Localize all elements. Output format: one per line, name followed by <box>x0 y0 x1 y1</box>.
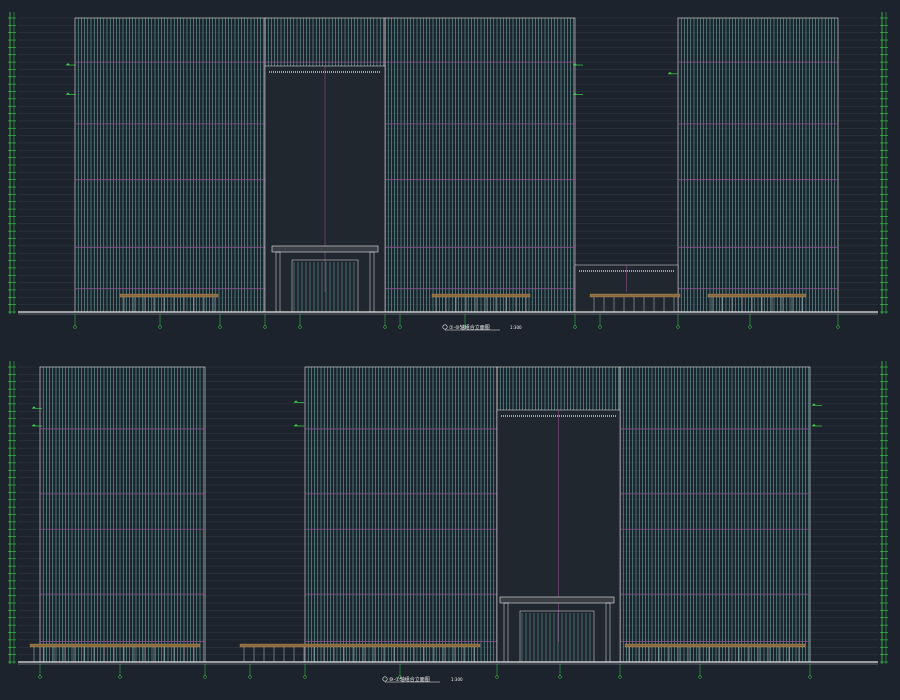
elevation-title-top: ①-⑩轴组合立面图 <box>449 324 490 331</box>
podium-canopy <box>239 643 481 648</box>
gap-recess <box>264 65 386 313</box>
elevation-drawing-sheet: ①-⑩轴组合立面图 1:300 ⑩-①轴组合立面图 1:300 <box>0 0 900 700</box>
podium-canopy <box>624 643 806 648</box>
sheet-background <box>0 0 900 700</box>
elevation-title-bottom: ⑩-①轴组合立面图 <box>389 676 430 683</box>
tower <box>304 366 498 663</box>
elevation-scale-top: 1:300 <box>510 325 522 330</box>
podium-canopy <box>29 643 201 648</box>
gate-canopy <box>271 245 379 253</box>
title-block-top: ①-⑩轴组合立面图 1:300 <box>442 324 522 331</box>
level-lines <box>18 366 878 663</box>
gate-canopy <box>499 596 615 604</box>
podium-canopy <box>431 293 531 298</box>
podium-canopy <box>589 293 681 298</box>
gap-recess <box>574 264 679 313</box>
title-block-bottom: ⑩-①轴组合立面图 1:300 <box>382 676 463 683</box>
gap-recess <box>496 409 621 663</box>
podium-canopy <box>119 293 219 298</box>
podium-canopy <box>707 293 807 298</box>
elevation-scale-bottom: 1:300 <box>451 677 463 682</box>
